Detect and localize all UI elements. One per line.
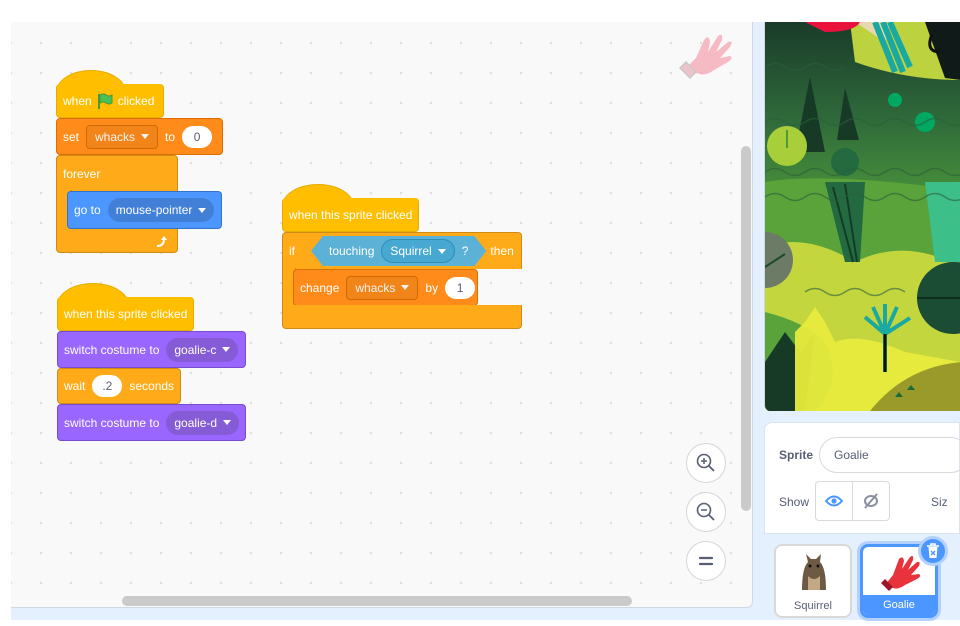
zoom-reset-button[interactable] (686, 541, 726, 581)
go-to-target-dropdown[interactable]: mouse-pointer (107, 198, 215, 222)
go-to-block[interactable]: go to mouse-pointer (67, 191, 222, 229)
wait-label: wait (64, 379, 86, 393)
then-label: then (490, 244, 514, 258)
stage-canvas[interactable] (764, 22, 960, 411)
if-bottom (282, 305, 522, 329)
zoom-out-icon (696, 502, 715, 521)
seconds-label: seconds (129, 379, 175, 393)
switch-costume-block[interactable]: switch costume to goalie-d (57, 404, 246, 441)
caret-down-icon (401, 285, 410, 290)
show-sprite-button[interactable] (815, 481, 853, 521)
to-label: to (165, 129, 176, 144)
caret-down-icon (141, 134, 150, 139)
switch-label: switch costume to (64, 415, 160, 430)
costume-name: goalie-d (174, 415, 218, 430)
sprite-ghost-glove-icon (678, 34, 732, 80)
zoom-in-icon (696, 453, 715, 472)
switch-label: switch costume to (64, 342, 160, 357)
when-flag-clicked-block[interactable]: when clicked (56, 84, 164, 118)
eye-icon (825, 495, 843, 507)
sprite-name: Goalie (863, 595, 935, 615)
change-value-input[interactable]: 1 (445, 276, 476, 299)
forever-bottom (56, 229, 178, 253)
if-label: if (289, 244, 295, 258)
forever-label: forever (63, 166, 101, 181)
show-label: Show (779, 495, 810, 509)
caret-down-icon (438, 249, 446, 254)
squirrel-thumbnail (802, 554, 826, 590)
hat-label: when this sprite clicked (289, 207, 413, 222)
trash-icon (927, 543, 939, 558)
sprite-name: Squirrel (794, 600, 832, 612)
sprite-info-panel: Sprite Goalie Show Siz (764, 422, 960, 534)
caret-down-icon (223, 420, 232, 425)
stage-backdrop-jungle (765, 22, 960, 411)
variable-name: whacks (95, 129, 136, 144)
scratch-editor: when clicked set whacks to 0 forever go … (0, 0, 960, 626)
change-variable-block[interactable]: change whacks by 1 (293, 269, 478, 306)
costume-name: goalie-c (174, 342, 217, 357)
variable-name: whacks (355, 280, 396, 295)
variable-dropdown[interactable]: whacks (86, 124, 159, 149)
zoom-in-button[interactable] (686, 443, 726, 483)
set-value-input[interactable]: 0 (182, 125, 213, 148)
hide-sprite-button[interactable] (852, 481, 890, 521)
horizontal-scrollbar[interactable] (122, 596, 632, 606)
touching-target-dropdown[interactable]: Squirrel (381, 239, 454, 263)
wait-value-input[interactable]: .2 (92, 375, 123, 397)
sprite-tile-squirrel[interactable]: Squirrel (774, 544, 852, 618)
caret-down-icon (198, 207, 207, 213)
variable-dropdown[interactable]: whacks (346, 275, 419, 300)
size-label: Siz (931, 495, 948, 509)
green-flag-icon (97, 93, 113, 109)
costume-dropdown[interactable]: goalie-d (166, 410, 240, 435)
hat-label: when this sprite clicked (64, 306, 188, 321)
set-variable-block[interactable]: set whacks to 0 (56, 118, 223, 155)
set-label: set (63, 129, 80, 144)
when-sprite-clicked-block[interactable]: when this sprite clicked (282, 198, 419, 232)
switch-costume-block[interactable]: switch costume to goalie-c (57, 331, 246, 368)
question-label: ? (461, 244, 469, 258)
forever-block[interactable]: forever (56, 155, 178, 191)
equals-icon (698, 556, 714, 566)
wait-block[interactable]: wait .2 seconds (57, 368, 181, 404)
touching-label: touching (329, 244, 375, 258)
costume-dropdown[interactable]: goalie-c (166, 337, 239, 362)
go-to-label: go to (74, 203, 101, 217)
by-label: by (425, 280, 439, 295)
eye-slash-icon (864, 493, 878, 509)
caret-down-icon (222, 347, 231, 352)
sprite-name-input[interactable]: Goalie (819, 437, 960, 473)
touching-target: Squirrel (390, 244, 432, 258)
zoom-out-button[interactable] (686, 492, 726, 532)
loop-arrow-icon (156, 235, 167, 247)
change-label: change (300, 280, 340, 295)
delete-sprite-button[interactable] (918, 536, 948, 566)
sprite-label: Sprite (779, 448, 814, 462)
when-sprite-clicked-block[interactable]: when this sprite clicked (57, 297, 194, 331)
clicked-label: clicked (117, 93, 155, 108)
go-to-target: mouse-pointer (115, 203, 193, 217)
if-then-block[interactable]: if touching Squirrel ? then (282, 232, 522, 269)
when-label: when (63, 93, 92, 108)
touching-block[interactable]: touching Squirrel ? (311, 236, 486, 266)
vertical-scrollbar[interactable] (741, 146, 751, 511)
